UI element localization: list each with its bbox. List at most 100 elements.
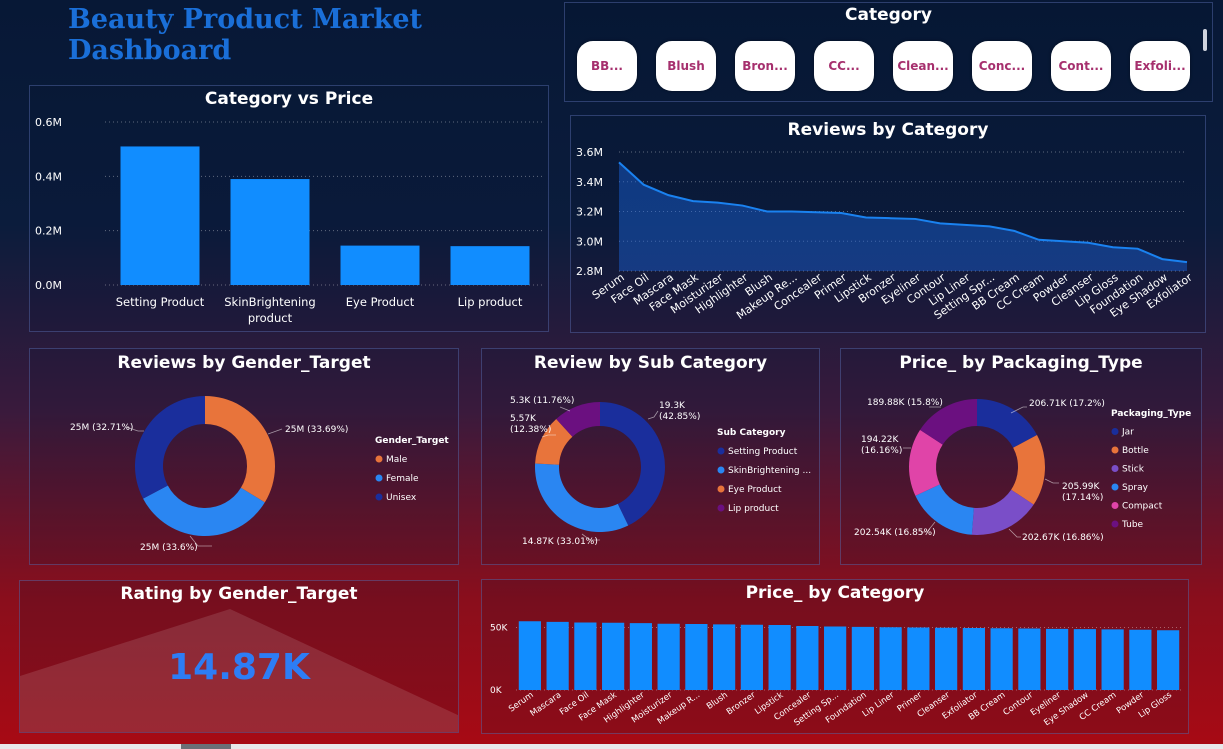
data-label: 206.71K (17.2%) xyxy=(1029,399,1105,409)
rating-gender-card: Rating by Gender_Target 14.87K xyxy=(19,580,459,733)
data-label: 25M (33.6%) xyxy=(140,543,198,553)
y-tick-label: 50K xyxy=(490,624,508,634)
bar[interactable] xyxy=(629,623,652,690)
legend-item[interactable]: SkinBrightening ... xyxy=(728,466,811,476)
bar[interactable] xyxy=(1129,629,1152,690)
donut-slice[interactable] xyxy=(205,396,275,503)
category-price-panel: Category vs Price 0.0M 0.2M 0.4M 0.6M Settin… xyxy=(29,85,549,332)
legend-marker[interactable] xyxy=(717,466,725,474)
bar[interactable] xyxy=(685,624,708,690)
legend-marker[interactable] xyxy=(717,447,725,455)
bar[interactable] xyxy=(602,622,625,690)
price-packaging-chart: 206.71K (17.2%) 205.99K (17.14%) 202.67K (1… xyxy=(854,398,1191,543)
donut-slice[interactable] xyxy=(535,463,629,532)
leader-line xyxy=(647,410,659,420)
legend-item[interactable]: Eye Product xyxy=(728,485,782,495)
bar[interactable] xyxy=(1018,628,1041,691)
bar[interactable] xyxy=(1073,629,1096,690)
y-tick-label: 0.2M xyxy=(35,225,62,238)
bar[interactable] xyxy=(935,627,958,690)
legend-item[interactable]: Jar xyxy=(1121,428,1134,438)
data-label: 205.99K (17.14%) xyxy=(1062,482,1103,503)
price-packaging-panel: Price_ by Packaging_Type 206.71K (17.2%)… xyxy=(840,348,1202,565)
slicer-item-bb-cream[interactable]: BB... xyxy=(577,41,637,91)
bar[interactable] xyxy=(990,628,1013,690)
bar[interactable] xyxy=(879,627,902,690)
legend-item[interactable]: Compact xyxy=(1122,502,1163,512)
data-label: 19.3K (42.85%) xyxy=(659,401,700,422)
review-subcat-chart: 19.3K (42.85%) 14.87K (33.01%) 5.57K (12.38%… xyxy=(510,396,811,547)
leader-line xyxy=(267,428,283,435)
slicer-item-cc-cream[interactable]: CC... xyxy=(814,41,874,91)
bar[interactable] xyxy=(340,245,420,285)
y-tick-label: 0.6M xyxy=(35,116,62,129)
leader-line xyxy=(559,406,571,412)
bottom-tab[interactable] xyxy=(181,744,231,749)
legend-title: Packaging_Type xyxy=(1111,409,1191,419)
y-tick-label: 2.8M xyxy=(576,265,603,278)
bar[interactable] xyxy=(824,626,847,691)
legend-marker[interactable] xyxy=(375,474,383,482)
bar[interactable] xyxy=(907,627,930,691)
legend-marker[interactable] xyxy=(375,455,383,463)
legend-item[interactable]: Lip product xyxy=(728,504,779,514)
reviews-gender-panel: Reviews by Gender_Target 25M (33.69%) 25M… xyxy=(29,348,459,565)
legend-marker[interactable] xyxy=(1111,520,1119,528)
legend-item[interactable]: Female xyxy=(386,474,419,484)
bar[interactable] xyxy=(740,624,763,690)
legend-marker[interactable] xyxy=(375,493,383,501)
bar[interactable] xyxy=(796,626,819,690)
legend-marker[interactable] xyxy=(717,485,725,493)
bar[interactable] xyxy=(713,624,736,690)
legend-item[interactable]: Bottle xyxy=(1122,446,1149,456)
bar[interactable] xyxy=(657,623,680,690)
legend-marker[interactable] xyxy=(1111,428,1119,435)
y-tick-label: 3.6M xyxy=(576,146,603,159)
leader-line xyxy=(1008,528,1021,538)
slicer-item-exfoliator[interactable]: Exfoli... xyxy=(1130,41,1190,91)
legend-marker[interactable] xyxy=(1111,446,1119,454)
legend-item[interactable]: Tube xyxy=(1121,520,1144,530)
legend-title: Sub Category xyxy=(717,428,786,438)
slicer-item-bronzer[interactable]: Bron... xyxy=(735,41,795,91)
leader-line xyxy=(1044,478,1059,484)
data-label: 25M (32.71%) xyxy=(70,423,133,433)
legend-item[interactable]: Unisex xyxy=(386,493,417,503)
legend-marker[interactable] xyxy=(1111,465,1119,472)
rating-value: 14.87K xyxy=(168,647,310,688)
legend-item[interactable]: Spray xyxy=(1122,483,1149,493)
data-label: 14.87K (33.01%) xyxy=(522,537,598,547)
legend-item[interactable]: Setting Product xyxy=(728,447,798,457)
bar[interactable] xyxy=(1157,630,1180,690)
legend-item[interactable]: Stick xyxy=(1122,465,1145,475)
donut-slice[interactable] xyxy=(134,395,205,499)
legend-marker[interactable] xyxy=(1111,502,1119,509)
bar[interactable] xyxy=(962,628,985,690)
data-label: 189.88K (15.8%) xyxy=(867,398,943,408)
bar[interactable] xyxy=(450,246,530,285)
x-tick-label: Setting Product xyxy=(116,295,205,309)
bar[interactable] xyxy=(1046,628,1069,690)
slicer-item-cleanser[interactable]: Clean... xyxy=(893,41,953,91)
x-tick-label: Bronzer xyxy=(725,690,758,717)
x-tick-label: Eye Product xyxy=(346,295,415,309)
bar[interactable] xyxy=(768,625,791,690)
bar[interactable] xyxy=(574,622,597,691)
bar[interactable] xyxy=(120,146,200,285)
bar[interactable] xyxy=(518,621,541,690)
legend-marker[interactable] xyxy=(1111,483,1119,491)
bar[interactable] xyxy=(230,179,310,285)
donut-slice[interactable] xyxy=(143,485,265,536)
slicer-scrollbar[interactable] xyxy=(1203,29,1207,51)
bar[interactable] xyxy=(1101,629,1124,690)
bar[interactable] xyxy=(546,621,569,690)
legend-marker[interactable] xyxy=(717,504,725,512)
slicer-item-concealer[interactable]: Conc... xyxy=(972,41,1032,91)
bar[interactable] xyxy=(851,626,874,690)
slicer-item-blush[interactable]: Blush xyxy=(656,41,716,91)
legend-item[interactable]: Male xyxy=(386,455,408,465)
x-tick-label: Mascara xyxy=(528,690,563,719)
price-category-panel: Price_ by Category 0K 50K Serum Mascara Face… xyxy=(481,579,1189,734)
data-label: 25M (33.69%) xyxy=(285,425,348,435)
slicer-item-contour[interactable]: Cont... xyxy=(1051,41,1111,91)
